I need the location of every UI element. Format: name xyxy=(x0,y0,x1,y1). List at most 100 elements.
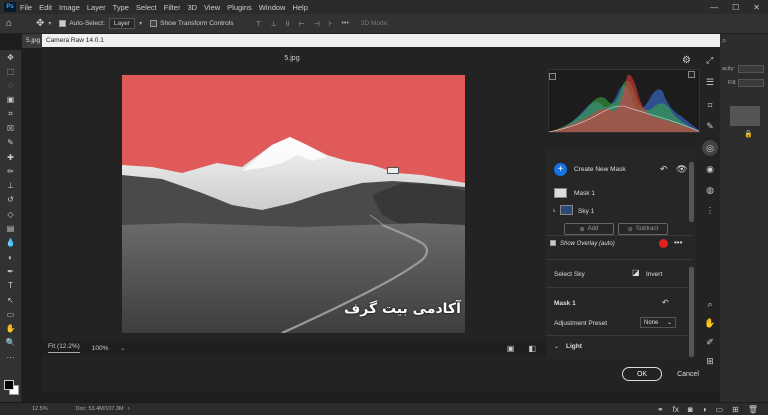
shadow-clipping-icon[interactable] xyxy=(549,73,556,80)
align-bottom-icon[interactable]: ⫫ xyxy=(286,20,290,28)
marquee-tool-icon[interactable]: ⬚ xyxy=(4,66,18,76)
color-sampler-icon[interactable]: ✐ xyxy=(706,337,714,348)
menu-file[interactable]: File xyxy=(20,3,32,12)
menu-filter[interactable]: Filter xyxy=(164,3,181,12)
menu-layer[interactable]: Layer xyxy=(87,3,106,12)
transform-checkbox[interactable] xyxy=(150,19,160,27)
before-after-icon[interactable]: ▣ xyxy=(507,344,515,353)
menu-select[interactable]: Select xyxy=(136,3,157,12)
menu-help[interactable]: Help xyxy=(292,3,307,12)
brush-tool-icon[interactable]: ✏ xyxy=(4,166,18,176)
image-preview[interactable]: آکادمی بیت گرف xyxy=(122,75,465,333)
home-icon[interactable]: ⌂ xyxy=(6,18,22,29)
dodge-tool-icon[interactable]: ◐ xyxy=(4,252,18,262)
mask-1-thumbnail[interactable] xyxy=(554,188,567,198)
layer-mask-icon[interactable]: ◙ xyxy=(688,405,693,414)
more-options-icon[interactable]: ••• xyxy=(674,238,682,247)
add-mask-icon[interactable]: + xyxy=(554,163,567,176)
lasso-tool-icon[interactable]: ◌ xyxy=(4,81,18,91)
frame-tool-icon[interactable]: ☒ xyxy=(4,123,18,133)
auto-select-dropdown[interactable]: Layer xyxy=(108,18,136,29)
adjustment-layer-icon[interactable]: ◑ xyxy=(702,405,707,414)
menu-view[interactable]: View xyxy=(204,3,220,12)
align-right-icon[interactable]: ⊦ xyxy=(329,20,333,28)
add-button[interactable]: ⊕ Add xyxy=(564,223,614,235)
cancel-button[interactable]: Cancel xyxy=(676,367,700,381)
subtract-button[interactable]: ⊖ Subtract xyxy=(618,223,668,235)
eraser-tool-icon[interactable]: ◇ xyxy=(4,209,18,219)
align-left-icon[interactable]: ⊢ xyxy=(299,20,305,28)
zoom-tool-icon[interactable]: 🔍 xyxy=(4,338,18,348)
auto-select-checkbox[interactable] xyxy=(59,19,69,27)
compare-view-icon[interactable]: ◧ xyxy=(528,344,536,353)
mask-1-label[interactable]: Mask 1 xyxy=(574,190,595,197)
menu-image[interactable]: Image xyxy=(59,3,80,12)
opacity-field[interactable] xyxy=(738,65,764,73)
more-tools-icon[interactable]: ··· xyxy=(4,352,18,362)
settings-scrollbar[interactable] xyxy=(689,267,694,357)
path-select-tool-icon[interactable]: ↖ xyxy=(4,295,18,305)
eye-icon[interactable]: 👁 xyxy=(676,164,687,175)
link-layers-icon[interactable]: ⚭ xyxy=(657,405,664,414)
invert-button[interactable]: Invert xyxy=(646,271,662,278)
invert-icon[interactable]: ◪ xyxy=(632,268,640,277)
zoom-level[interactable]: 12.5% xyxy=(32,406,48,412)
undo-mask-icon[interactable]: ↶ xyxy=(660,164,668,175)
menu-edit[interactable]: Edit xyxy=(39,3,52,12)
expand-icon[interactable]: ⤢ xyxy=(706,55,713,66)
zoom-100-button[interactable]: 100% xyxy=(92,345,109,352)
close-button[interactable]: ✕ xyxy=(753,3,760,12)
fx-icon[interactable]: fx xyxy=(673,405,679,414)
menu-plugins[interactable]: Plugins xyxy=(227,3,252,12)
reset-mask-icon[interactable]: ↶ xyxy=(662,298,669,307)
chevron-down-icon[interactable]: ⌄ xyxy=(554,343,559,350)
crop-tool-icon[interactable]: ⌗ xyxy=(4,109,18,119)
grid-overlay-icon[interactable]: ⊞ xyxy=(706,356,714,367)
more-icon[interactable]: ••• xyxy=(341,20,348,28)
chevron-right-icon[interactable]: › xyxy=(128,406,130,412)
minimize-button[interactable]: — xyxy=(710,3,718,12)
sky-1-thumbnail[interactable] xyxy=(560,205,573,215)
maximize-button[interactable]: ☐ xyxy=(732,3,739,12)
crop-icon[interactable]: ⌗ xyxy=(707,100,712,111)
chevron-down-icon[interactable]: ⌄ xyxy=(120,345,125,352)
red-eye-icon[interactable]: ◉ xyxy=(706,164,714,175)
menu-type[interactable]: Type xyxy=(113,3,129,12)
align-top-icon[interactable]: ⊤ xyxy=(255,20,261,28)
sky-mask-pin-icon[interactable] xyxy=(387,167,399,174)
shape-tool-icon[interactable]: ▭ xyxy=(4,309,18,319)
search-icon[interactable]: ⌕ xyxy=(722,36,726,46)
hand-tool-icon[interactable]: ✋ xyxy=(704,318,715,329)
pen-tool-icon[interactable]: ✒ xyxy=(4,266,18,276)
history-brush-icon[interactable]: ↺ xyxy=(4,195,18,205)
gear-icon[interactable]: ⚙ xyxy=(682,55,691,66)
presets-icon[interactable]: ◍ xyxy=(706,185,714,196)
sky-1-label[interactable]: Sky 1 xyxy=(578,208,594,215)
group-icon[interactable]: ▭ xyxy=(716,405,724,414)
highlight-clipping-icon[interactable] xyxy=(688,71,695,78)
edit-sliders-icon[interactable]: ☰ xyxy=(706,77,714,88)
hand-tool-icon[interactable]: ✋ xyxy=(4,324,18,334)
gradient-tool-icon[interactable]: ▤ xyxy=(4,224,18,234)
align-middle-icon[interactable]: ⊥ xyxy=(271,20,277,28)
menu-window[interactable]: Window xyxy=(259,3,286,12)
masking-tool-icon[interactable]: ◎ xyxy=(702,140,718,156)
align-center-icon[interactable]: ⊣ xyxy=(314,20,320,28)
mask-list-scrollbar[interactable] xyxy=(689,162,694,222)
overlay-color-swatch[interactable] xyxy=(659,239,668,248)
new-layer-icon[interactable]: ⊞ xyxy=(732,405,739,414)
zoom-tool-icon[interactable]: ⌕ xyxy=(707,299,712,310)
chevron-down-icon[interactable]: ▾ xyxy=(48,20,51,27)
light-section-header[interactable]: Light xyxy=(566,343,582,350)
blur-tool-icon[interactable]: 💧 xyxy=(4,238,18,248)
menu-3d[interactable]: 3D xyxy=(187,3,197,12)
ok-button[interactable]: OK xyxy=(622,367,662,381)
fill-field[interactable] xyxy=(738,79,764,87)
layer-thumbnail[interactable] xyxy=(730,106,760,126)
adjustment-preset-select[interactable]: None ⌄ xyxy=(640,317,676,328)
move-tool-icon[interactable]: ✥ xyxy=(4,52,18,62)
healing-tool-icon[interactable]: ✚ xyxy=(4,152,18,162)
overlay-checkbox[interactable] xyxy=(550,240,559,247)
create-new-mask-button[interactable]: Create New Mask xyxy=(574,166,626,173)
foreground-color-swatch[interactable] xyxy=(4,380,14,390)
